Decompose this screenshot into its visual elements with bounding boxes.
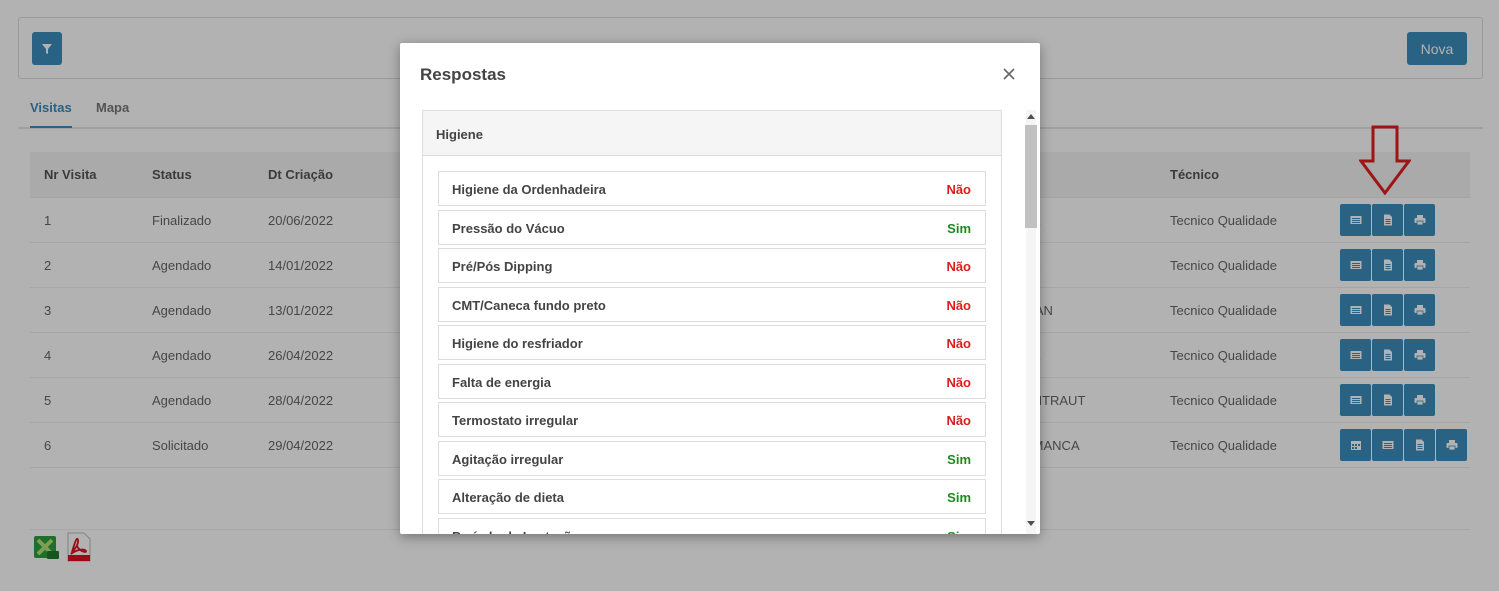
question-label: Higiene da Ordenhadeira bbox=[452, 182, 606, 197]
question-item: Higiene do resfriador Não bbox=[438, 325, 986, 360]
question-answer: Sim bbox=[947, 220, 971, 236]
question-answer: Não bbox=[946, 374, 971, 390]
question-label: Pré/Pós Dipping bbox=[452, 259, 553, 274]
section-title: Higiene bbox=[423, 111, 1001, 156]
question-item: Pressão do Vácuo Sim bbox=[438, 209, 986, 245]
question-label: Pressão do Vácuo bbox=[452, 220, 565, 236]
question-list: Higiene da Ordenhadeira Não Pressão do Vác… bbox=[423, 156, 1001, 534]
question-answer: Não bbox=[946, 413, 971, 428]
question-item: Falta de energia Não bbox=[438, 363, 986, 399]
question-answer: Não bbox=[946, 182, 971, 197]
question-label: Termostato irregular bbox=[452, 413, 579, 428]
question-label: CMT/Caneca fundo preto bbox=[452, 297, 606, 313]
question-label: Falta de energia bbox=[452, 374, 551, 390]
section-panel: Higiene Higiene da Ordenhadeira Não Pressã… bbox=[422, 110, 1002, 534]
scrollbar-thumb[interactable] bbox=[1025, 125, 1037, 228]
modal-title: Respostas bbox=[420, 65, 506, 84]
question-answer: Não bbox=[946, 259, 971, 274]
question-item: CMT/Caneca fundo preto Não bbox=[438, 286, 986, 322]
question-label: Período de Lactação bbox=[452, 529, 579, 535]
question-item: Agitação irregular Sim bbox=[438, 440, 986, 476]
question-answer: Não bbox=[946, 297, 971, 313]
question-item: Período de Lactação Sim bbox=[438, 517, 986, 535]
question-answer: Não bbox=[946, 336, 971, 351]
question-answer: Sim bbox=[947, 529, 971, 535]
modal-scroll-area[interactable]: Higiene Higiene da Ordenhadeira Não Pressã… bbox=[422, 110, 1002, 534]
question-item: Alteração de dieta Sim bbox=[438, 479, 986, 514]
scroll-down-arrow-icon[interactable] bbox=[1027, 521, 1035, 526]
question-answer: Sim bbox=[947, 490, 971, 505]
question-item: Termostato irregular Não bbox=[438, 402, 986, 437]
question-item: Pré/Pós Dipping Não bbox=[438, 248, 986, 283]
respostas-modal: Respostas Higiene Higiene da Ordenhadeir… bbox=[400, 43, 1040, 534]
modal-scrollbar[interactable] bbox=[1024, 110, 1038, 534]
question-answer: Sim bbox=[947, 451, 971, 467]
scroll-up-arrow-icon[interactable] bbox=[1027, 114, 1035, 119]
question-item: Higiene da Ordenhadeira Não bbox=[438, 171, 986, 206]
close-icon[interactable] bbox=[1002, 67, 1016, 81]
question-label: Higiene do resfriador bbox=[452, 336, 583, 351]
question-label: Alteração de dieta bbox=[452, 490, 564, 505]
question-label: Agitação irregular bbox=[452, 451, 564, 467]
